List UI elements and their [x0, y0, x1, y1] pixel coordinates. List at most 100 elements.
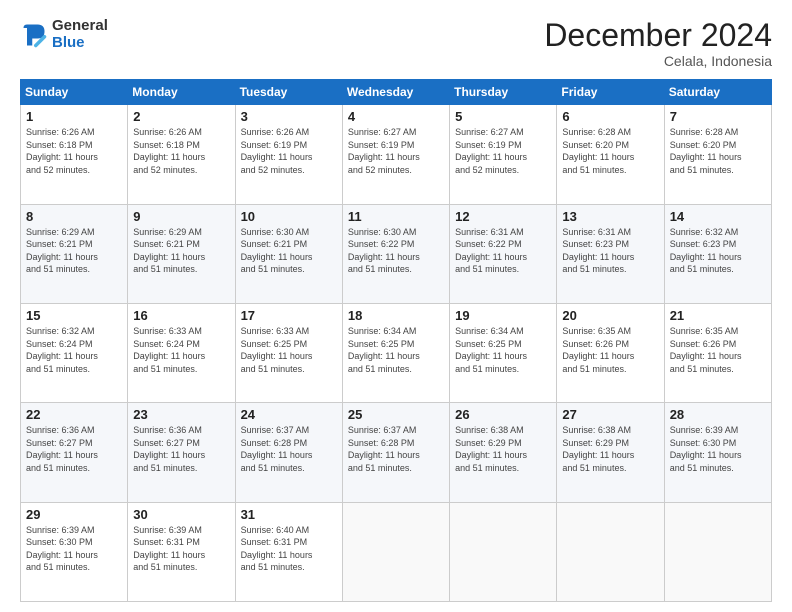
calendar-cell: 29 Sunrise: 6:39 AM Sunset: 6:30 PM Dayli… [21, 502, 128, 601]
logo-line1: General [52, 18, 108, 35]
day-number: 24 [241, 407, 337, 422]
day-number: 14 [670, 209, 766, 224]
day-info: Sunrise: 6:26 AM Sunset: 6:18 PM Dayligh… [26, 126, 122, 176]
calendar-cell: 13 Sunrise: 6:31 AM Sunset: 6:23 PM Dayli… [557, 204, 664, 303]
day-number: 13 [562, 209, 658, 224]
day-info: Sunrise: 6:39 AM Sunset: 6:31 PM Dayligh… [133, 524, 229, 574]
calendar-cell [664, 502, 771, 601]
day-number: 6 [562, 109, 658, 124]
weekday-friday: Friday [557, 80, 664, 105]
title-block: December 2024 Celala, Indonesia [544, 18, 772, 69]
calendar-cell: 12 Sunrise: 6:31 AM Sunset: 6:22 PM Dayli… [450, 204, 557, 303]
calendar-cell [450, 502, 557, 601]
day-info: Sunrise: 6:33 AM Sunset: 6:24 PM Dayligh… [133, 325, 229, 375]
day-info: Sunrise: 6:37 AM Sunset: 6:28 PM Dayligh… [348, 424, 444, 474]
weekday-wednesday: Wednesday [342, 80, 449, 105]
calendar-cell: 5Sunrise: 6:27 AM Sunset: 6:19 PM Daylig… [450, 105, 557, 204]
calendar-body: 1 Sunrise: 6:26 AM Sunset: 6:18 PM Daylig… [21, 105, 772, 602]
calendar-table: SundayMondayTuesdayWednesdayThursdayFrid… [20, 79, 772, 602]
calendar-week-5: 29 Sunrise: 6:39 AM Sunset: 6:30 PM Dayli… [21, 502, 772, 601]
day-number: 19 [455, 308, 551, 323]
day-info: Sunrise: 6:38 AM Sunset: 6:29 PM Dayligh… [562, 424, 658, 474]
month-title: December 2024 [544, 18, 772, 53]
day-number: 5 [455, 109, 551, 124]
calendar-cell: 18Sunrise: 6:34 AM Sunset: 6:25 PM Dayli… [342, 303, 449, 402]
header: General Blue December 2024 Celala, Indon… [20, 18, 772, 69]
calendar-cell: 30Sunrise: 6:39 AM Sunset: 6:31 PM Dayli… [128, 502, 235, 601]
calendar-cell: 8 Sunrise: 6:29 AM Sunset: 6:21 PM Daylig… [21, 204, 128, 303]
day-number: 27 [562, 407, 658, 422]
day-info: Sunrise: 6:34 AM Sunset: 6:25 PM Dayligh… [455, 325, 551, 375]
day-number: 9 [133, 209, 229, 224]
day-number: 11 [348, 209, 444, 224]
logo-text: General Blue [52, 18, 108, 51]
day-number: 22 [26, 407, 122, 422]
weekday-saturday: Saturday [664, 80, 771, 105]
calendar-week-4: 22 Sunrise: 6:36 AM Sunset: 6:27 PM Dayli… [21, 403, 772, 502]
calendar-week-3: 15Sunrise: 6:32 AM Sunset: 6:24 PM Dayli… [21, 303, 772, 402]
calendar-cell: 3Sunrise: 6:26 AM Sunset: 6:19 PM Daylig… [235, 105, 342, 204]
calendar-cell: 10Sunrise: 6:30 AM Sunset: 6:21 PM Dayli… [235, 204, 342, 303]
day-info: Sunrise: 6:40 AM Sunset: 6:31 PM Dayligh… [241, 524, 337, 574]
calendar-header: SundayMondayTuesdayWednesdayThursdayFrid… [21, 80, 772, 105]
day-info: Sunrise: 6:37 AM Sunset: 6:28 PM Dayligh… [241, 424, 337, 474]
logo: General Blue [20, 18, 108, 51]
calendar-cell: 15Sunrise: 6:32 AM Sunset: 6:24 PM Dayli… [21, 303, 128, 402]
calendar-cell: 28Sunrise: 6:39 AM Sunset: 6:30 PM Dayli… [664, 403, 771, 502]
day-info: Sunrise: 6:28 AM Sunset: 6:20 PM Dayligh… [670, 126, 766, 176]
weekday-monday: Monday [128, 80, 235, 105]
day-number: 23 [133, 407, 229, 422]
calendar-cell: 19 Sunrise: 6:34 AM Sunset: 6:25 PM Dayli… [450, 303, 557, 402]
calendar-cell: 14 Sunrise: 6:32 AM Sunset: 6:23 PM Dayli… [664, 204, 771, 303]
day-info: Sunrise: 6:29 AM Sunset: 6:21 PM Dayligh… [26, 226, 122, 276]
calendar-cell: 7 Sunrise: 6:28 AM Sunset: 6:20 PM Daylig… [664, 105, 771, 204]
calendar-cell: 21 Sunrise: 6:35 AM Sunset: 6:26 PM Dayli… [664, 303, 771, 402]
day-number: 31 [241, 507, 337, 522]
weekday-tuesday: Tuesday [235, 80, 342, 105]
calendar-week-2: 8 Sunrise: 6:29 AM Sunset: 6:21 PM Daylig… [21, 204, 772, 303]
calendar-cell: 23 Sunrise: 6:36 AM Sunset: 6:27 PM Dayli… [128, 403, 235, 502]
calendar-cell: 24 Sunrise: 6:37 AM Sunset: 6:28 PM Dayli… [235, 403, 342, 502]
day-number: 29 [26, 507, 122, 522]
location: Celala, Indonesia [544, 53, 772, 69]
day-number: 1 [26, 109, 122, 124]
day-info: Sunrise: 6:30 AM Sunset: 6:22 PM Dayligh… [348, 226, 444, 276]
day-number: 2 [133, 109, 229, 124]
day-number: 8 [26, 209, 122, 224]
calendar-cell [557, 502, 664, 601]
calendar-week-1: 1 Sunrise: 6:26 AM Sunset: 6:18 PM Daylig… [21, 105, 772, 204]
day-number: 26 [455, 407, 551, 422]
weekday-thursday: Thursday [450, 80, 557, 105]
calendar-cell: 25 Sunrise: 6:37 AM Sunset: 6:28 PM Dayli… [342, 403, 449, 502]
day-info: Sunrise: 6:28 AM Sunset: 6:20 PM Dayligh… [562, 126, 658, 176]
logo-icon [20, 21, 48, 49]
calendar-cell: 1 Sunrise: 6:26 AM Sunset: 6:18 PM Daylig… [21, 105, 128, 204]
calendar-cell: 4Sunrise: 6:27 AM Sunset: 6:19 PM Daylig… [342, 105, 449, 204]
calendar-cell: 20Sunrise: 6:35 AM Sunset: 6:26 PM Dayli… [557, 303, 664, 402]
calendar-cell [342, 502, 449, 601]
day-number: 20 [562, 308, 658, 323]
calendar-cell: 16Sunrise: 6:33 AM Sunset: 6:24 PM Dayli… [128, 303, 235, 402]
day-info: Sunrise: 6:39 AM Sunset: 6:30 PM Dayligh… [26, 524, 122, 574]
day-info: Sunrise: 6:31 AM Sunset: 6:23 PM Dayligh… [562, 226, 658, 276]
day-info: Sunrise: 6:36 AM Sunset: 6:27 PM Dayligh… [26, 424, 122, 474]
day-number: 12 [455, 209, 551, 224]
weekday-sunday: Sunday [21, 80, 128, 105]
day-info: Sunrise: 6:39 AM Sunset: 6:30 PM Dayligh… [670, 424, 766, 474]
day-number: 25 [348, 407, 444, 422]
day-number: 17 [241, 308, 337, 323]
day-info: Sunrise: 6:35 AM Sunset: 6:26 PM Dayligh… [670, 325, 766, 375]
day-number: 21 [670, 308, 766, 323]
day-info: Sunrise: 6:31 AM Sunset: 6:22 PM Dayligh… [455, 226, 551, 276]
day-info: Sunrise: 6:32 AM Sunset: 6:23 PM Dayligh… [670, 226, 766, 276]
calendar-cell: 31 Sunrise: 6:40 AM Sunset: 6:31 PM Dayli… [235, 502, 342, 601]
day-info: Sunrise: 6:34 AM Sunset: 6:25 PM Dayligh… [348, 325, 444, 375]
day-info: Sunrise: 6:26 AM Sunset: 6:18 PM Dayligh… [133, 126, 229, 176]
day-info: Sunrise: 6:36 AM Sunset: 6:27 PM Dayligh… [133, 424, 229, 474]
page: General Blue December 2024 Celala, Indon… [0, 0, 792, 612]
logo-line2: Blue [52, 34, 85, 51]
calendar-cell: 6 Sunrise: 6:28 AM Sunset: 6:20 PM Daylig… [557, 105, 664, 204]
day-info: Sunrise: 6:29 AM Sunset: 6:21 PM Dayligh… [133, 226, 229, 276]
calendar-cell: 22 Sunrise: 6:36 AM Sunset: 6:27 PM Dayli… [21, 403, 128, 502]
day-number: 7 [670, 109, 766, 124]
